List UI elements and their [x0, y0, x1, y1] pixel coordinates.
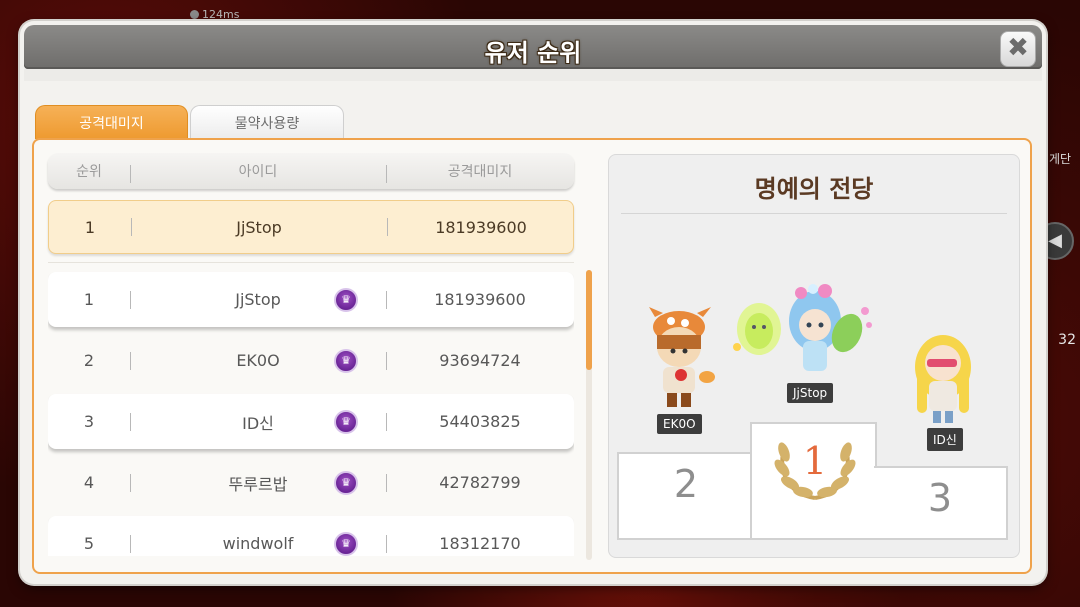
first-place-character — [733, 284, 872, 371]
title-underbar — [24, 69, 1042, 81]
header-damage: 공격대미지 — [447, 164, 513, 180]
ping-icon — [190, 10, 199, 19]
header-id: 아이디 — [238, 164, 278, 180]
first-place-name: JjStop — [787, 383, 834, 403]
ranking-panel: 순위 아이디 공격대미지 1 JjStop 181939600 1 JjStop… — [32, 138, 1032, 574]
podium-second-number: 2 — [673, 462, 699, 506]
medal-icon[interactable]: ♛ — [334, 409, 358, 434]
row-damage: 54403825 — [439, 412, 521, 431]
medal-icon[interactable]: ♛ — [334, 287, 358, 312]
medal-icon[interactable]: ♛ — [334, 531, 358, 556]
podium-third-number: 3 — [927, 476, 953, 520]
row-rank: 5 — [83, 534, 95, 553]
row-rank: 4 — [83, 473, 95, 492]
hall-of-fame: 명예의 전당 EK0O JjStop ID신 2 1 3 — [608, 154, 1020, 558]
third-place-name: ID신 — [927, 428, 963, 451]
section-divider — [48, 262, 574, 263]
table-row[interactable]: 1 JjStop ♛ 181939600 — [48, 272, 574, 327]
second-place-character — [649, 307, 715, 407]
row-rank: 3 — [83, 412, 95, 431]
podium-third: 3 — [874, 466, 1008, 540]
my-rank-row: 1 JjStop 181939600 — [48, 200, 574, 254]
my-id: JjStop — [236, 217, 282, 237]
tab-potion-usage[interactable]: 물약사용량 — [190, 105, 344, 139]
tab-attack-damage[interactable]: 공격대미지 — [35, 105, 188, 139]
window-title: 유저 순위 — [484, 39, 582, 67]
close-button[interactable]: ✖ — [1000, 31, 1036, 67]
row-damage: 93694724 — [439, 351, 521, 370]
hall-of-fame-title: 명예의 전당 — [754, 175, 874, 203]
background-side-number: 32 — [1058, 332, 1076, 348]
table-header: 순위 아이디 공격대미지 — [48, 153, 574, 189]
header-rank: 순위 — [76, 164, 102, 180]
medal-icon[interactable]: ♛ — [334, 348, 358, 373]
close-icon: ✖ — [1007, 33, 1029, 63]
medal-icon[interactable]: ♛ — [334, 470, 358, 495]
row-rank: 1 — [83, 290, 95, 309]
background-side-label: 게단 — [1048, 152, 1072, 166]
table-row[interactable]: 5 windwolf ♛ 18312170 — [48, 516, 574, 556]
podium-first-number: 1 — [803, 439, 827, 483]
my-rank: 1 — [84, 217, 96, 237]
row-rank: 2 — [83, 351, 95, 370]
user-ranking-window: 유저 순위 ✖ 공격대미지 물약사용량 순위 아이디 공격대미지 1 JjSto… — [20, 21, 1046, 584]
table-row[interactable]: 4 뚜루르밥 ♛ 42782799 — [48, 455, 574, 510]
title-bar: 유저 순위 ✖ — [24, 25, 1042, 69]
list-scrollbar[interactable] — [586, 270, 592, 560]
row-damage: 181939600 — [434, 290, 526, 309]
row-damage: 42782799 — [439, 473, 521, 492]
my-damage: 181939600 — [435, 217, 527, 237]
second-place-name: EK0O — [657, 414, 702, 434]
row-damage: 18312170 — [439, 534, 521, 553]
ping-indicator: 124ms — [190, 8, 239, 21]
podium-first: 1 — [750, 422, 877, 540]
ranking-list[interactable]: 1 JjStop ♛ 181939600 2 EK0O ♛ 93694724 3… — [48, 266, 574, 556]
table-row[interactable]: 2 EK0O ♛ 93694724 — [48, 333, 574, 388]
table-row[interactable]: 3 ID신 ♛ 54403825 — [48, 394, 574, 449]
scrollbar-thumb[interactable] — [586, 270, 592, 370]
podium-second: 2 — [617, 452, 753, 540]
hall-of-fame-divider — [621, 213, 1007, 214]
third-place-character — [915, 335, 971, 423]
laurel-wreath-icon: 1 — [774, 439, 856, 500]
